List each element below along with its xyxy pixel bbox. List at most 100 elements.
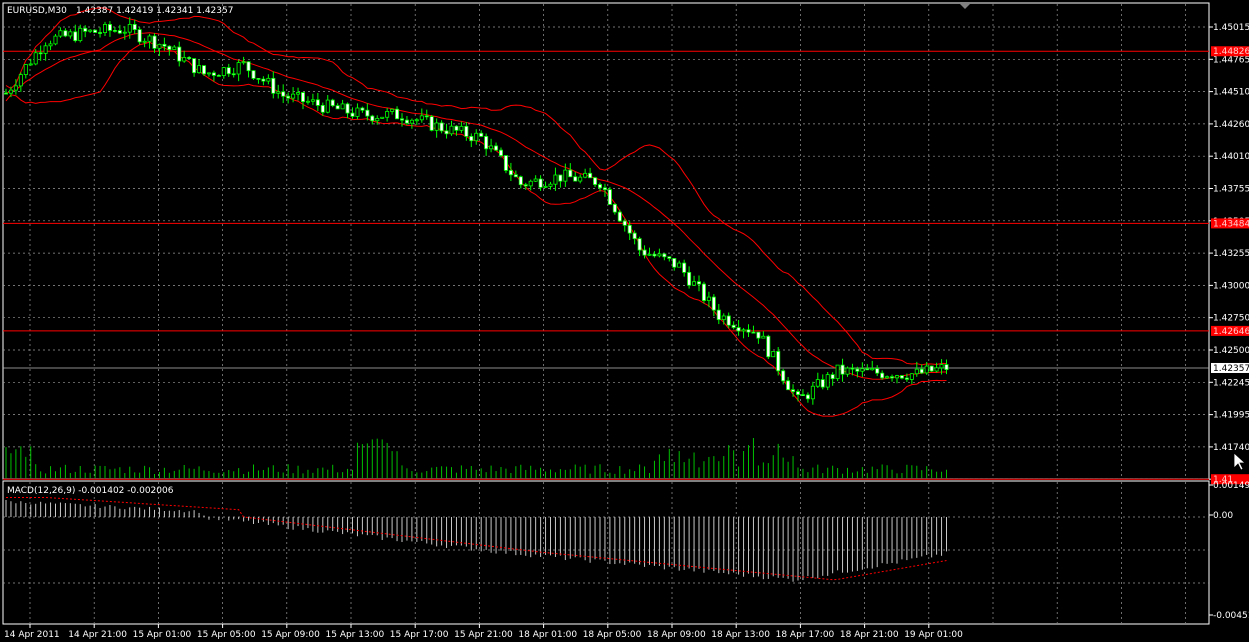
candle-body <box>479 132 484 137</box>
candle-body <box>370 115 375 122</box>
candle-body <box>503 155 508 171</box>
candle-body <box>13 85 18 91</box>
candle-body <box>137 29 142 43</box>
time-tick-label: 18 Apr 05:00 <box>583 630 642 640</box>
candle-body <box>157 43 162 49</box>
candle-body <box>781 370 786 382</box>
candle-body <box>8 89 13 94</box>
price-tick-label: 1.42245 <box>1213 378 1249 388</box>
candle-body <box>800 394 805 397</box>
candle-body <box>632 232 637 240</box>
candle-body <box>83 27 88 32</box>
candle-body <box>865 368 870 371</box>
candle-body <box>914 368 919 375</box>
price-tick-label: 1.42750 <box>1213 314 1249 324</box>
candle-body <box>533 178 538 182</box>
candle-body <box>612 203 617 213</box>
candle-body <box>221 67 226 76</box>
price-tick-label: 1.45015 <box>1213 23 1249 33</box>
candle-body <box>320 105 325 113</box>
candle-body <box>771 351 776 358</box>
price-tick-label: 1.41740 <box>1213 443 1249 453</box>
time-tick-label: 14 Apr 2011 <box>4 630 60 640</box>
candle-body <box>127 23 132 33</box>
level-tag-label: 1.43484 <box>1213 219 1249 229</box>
candle-body <box>325 99 330 113</box>
candle-body <box>786 380 791 391</box>
current-price-tag-label: 1.42357 <box>1213 364 1249 374</box>
candle-body <box>701 283 706 301</box>
candle-body <box>286 95 291 99</box>
candle-body <box>627 224 632 234</box>
candle-body <box>929 365 934 372</box>
candle-body <box>692 281 697 286</box>
candle-body <box>830 374 835 380</box>
candle-body <box>662 253 667 258</box>
candle-body <box>805 394 810 400</box>
candle-body <box>330 99 335 107</box>
candle-body <box>825 374 830 388</box>
candle-body <box>622 220 627 226</box>
candle-body <box>583 172 588 178</box>
candle-body <box>528 180 533 187</box>
candle-body <box>637 238 642 251</box>
time-tick-label: 18 Apr 21:00 <box>840 630 899 640</box>
candle-body <box>266 77 271 82</box>
time-tick-label: 15 Apr 01:00 <box>133 630 192 640</box>
candle-body <box>197 65 202 74</box>
candle-body <box>182 57 187 62</box>
candle-body <box>360 107 365 111</box>
candle-body <box>677 262 682 268</box>
candle-body <box>513 174 518 178</box>
candle-body <box>78 27 83 42</box>
candle-body <box>697 281 702 285</box>
candle-body <box>93 29 98 33</box>
candle-body <box>761 335 766 339</box>
candle-body <box>731 324 736 328</box>
candle-body <box>721 315 726 321</box>
candle-body <box>231 73 236 76</box>
candle-body <box>850 367 855 370</box>
candle-body <box>944 364 949 371</box>
candle-body <box>573 176 578 182</box>
candle-body <box>211 72 216 76</box>
level-tag-label: 1.44826 <box>1213 47 1249 57</box>
candle-body <box>508 170 513 176</box>
time-tick-label: 15 Apr 21:00 <box>454 630 513 640</box>
candle-body <box>385 111 390 118</box>
macd-axis: 0.00149 0.00 -0.00451 <box>1209 481 1249 621</box>
candle-body <box>251 70 256 79</box>
candle-body <box>523 184 528 187</box>
candle-body <box>716 309 721 321</box>
candle-body <box>132 23 137 31</box>
candle-body <box>598 184 603 189</box>
candle-body <box>256 78 261 80</box>
candle-body <box>568 169 573 178</box>
candle-body <box>201 65 206 75</box>
candle-body <box>553 174 558 185</box>
trading-chart[interactable]: EURUSD,M30 1.42387 1.42419 1.42341 1.423… <box>0 0 1249 642</box>
candle-body <box>305 100 310 103</box>
macd-tick-label: 0.00149 <box>1213 481 1249 491</box>
candle-body <box>395 108 400 120</box>
candle-body <box>815 379 820 387</box>
price-tick-label: 1.44010 <box>1213 152 1249 162</box>
candle-body <box>756 331 761 339</box>
macd-plot-frame <box>2 480 1210 625</box>
candle-body <box>459 125 464 131</box>
candle-body <box>122 31 127 34</box>
candle-body <box>424 115 429 118</box>
candle-body <box>172 46 177 50</box>
candle-body <box>484 136 489 150</box>
candle-body <box>657 253 662 257</box>
candle-body <box>271 77 276 94</box>
candle-body <box>449 125 454 135</box>
time-tick-label: 18 Apr 09:00 <box>647 630 706 640</box>
candle-body <box>682 262 687 273</box>
candle-body <box>706 296 711 301</box>
candle-body <box>409 119 414 124</box>
candle-body <box>548 183 553 187</box>
price-tick-label: 1.43255 <box>1213 249 1249 259</box>
time-tick-label: 15 Apr 09:00 <box>261 630 320 640</box>
candle-body <box>588 172 593 179</box>
